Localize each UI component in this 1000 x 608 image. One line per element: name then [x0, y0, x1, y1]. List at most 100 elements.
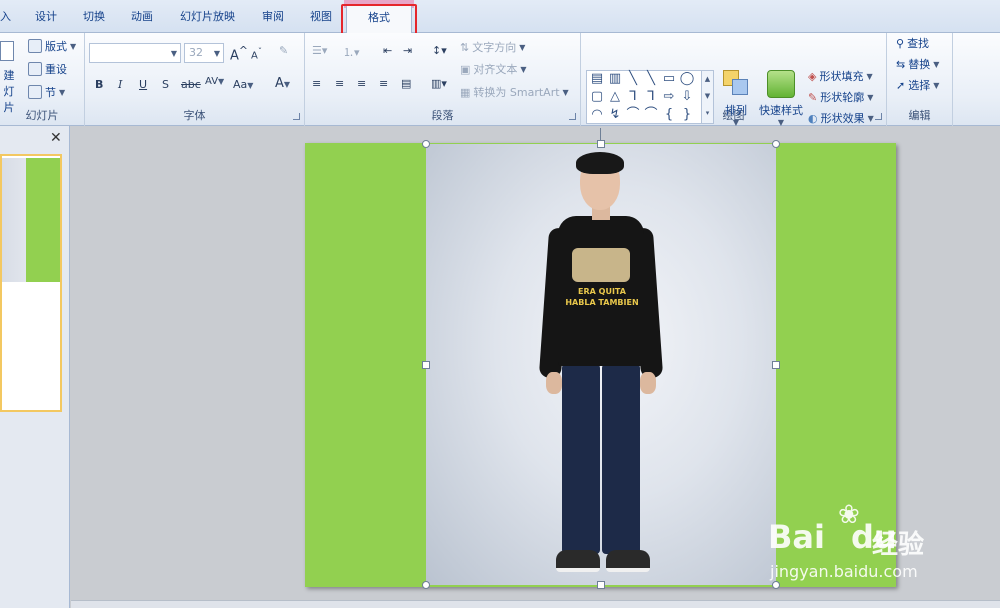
paragraph-dialog-launcher[interactable] — [569, 113, 576, 120]
cursor-icon: ➚ — [896, 78, 906, 92]
tab-insert[interactable]: 入 — [0, 5, 11, 31]
reset-button[interactable]: 重设 — [28, 61, 67, 77]
elbow-connector-shape-icon[interactable]: ⅂ — [625, 89, 641, 105]
section-button[interactable]: 节 ▼ — [28, 84, 65, 100]
freeform-shape-icon[interactable]: ⌒ — [643, 107, 659, 123]
layout-button[interactable]: 版式 ▼ — [28, 38, 76, 54]
grow-font-label: A — [230, 48, 239, 64]
layout-icon — [28, 39, 42, 53]
clear-format-icon[interactable]: ✎ — [279, 44, 288, 57]
close-icon[interactable]: ✕ — [50, 130, 62, 146]
align-text-button[interactable]: ▣ 对齐文本 ▼ — [460, 61, 527, 77]
rectangle-shape-icon[interactable]: ▭ — [661, 71, 677, 87]
text-direction-button[interactable]: ⇅ 文字方向 ▼ — [460, 39, 525, 55]
font-color-label: A — [275, 76, 284, 91]
line-spacing-icon[interactable]: ↕▾ — [432, 44, 447, 57]
hair — [576, 152, 624, 174]
quick-styles-button[interactable]: 快速样式 ▼ — [757, 70, 805, 132]
person-figure: ERA QUITA HABLA TAMBIEN — [536, 152, 666, 582]
reset-icon — [28, 62, 42, 76]
distributed-icon[interactable]: ▤ — [401, 77, 411, 90]
resize-handle-top[interactable] — [597, 140, 605, 148]
replace-icon: ⇆ — [896, 57, 906, 71]
vertical-textbox-shape-icon[interactable]: ▥ — [607, 71, 623, 87]
tab-view[interactable]: 视图 — [310, 5, 332, 31]
italic-button[interactable]: I — [118, 78, 122, 91]
tab-transitions[interactable]: 切换 — [83, 5, 105, 31]
gallery-scroll[interactable]: ▲ ▼ ▾ — [701, 71, 713, 123]
chevron-down-icon: ▼ — [866, 71, 873, 81]
section-icon — [28, 85, 42, 99]
selected-photo[interactable]: ERA QUITA HABLA TAMBIEN — [426, 144, 776, 585]
elbow-arrow-shape-icon[interactable]: ⅂ — [643, 89, 659, 105]
oval-shape-icon[interactable]: ◯ — [679, 71, 695, 87]
replace-button[interactable]: ⇆ 替换 ▼ — [896, 56, 939, 72]
curve-shape-icon[interactable]: ⌒ — [625, 107, 641, 123]
font-dialog-launcher[interactable] — [293, 113, 300, 120]
section-label: 节 — [45, 86, 56, 99]
grow-font-button[interactable]: A^ — [230, 44, 248, 63]
font-color-button[interactable]: A▼ — [275, 76, 290, 91]
resize-handle-right[interactable] — [772, 361, 780, 369]
tab-review[interactable]: 审阅 — [262, 5, 284, 31]
editing-group-label: 编辑 — [908, 109, 931, 122]
line-shape-icon[interactable]: ╲ — [625, 71, 641, 87]
right-arrow-shape-icon[interactable]: ⇨ — [661, 89, 677, 105]
arrange-button[interactable]: 排列 ▼ — [720, 70, 752, 132]
decrease-indent-icon[interactable]: ⇤ — [383, 44, 392, 57]
numbering-icon[interactable]: ⒈▾ — [343, 44, 360, 60]
bold-button[interactable]: B — [95, 78, 103, 91]
chevron-down-icon: ▼ — [562, 87, 569, 97]
shape-fill-button[interactable]: ◈ 形状填充 ▼ — [808, 68, 873, 84]
right-brace-shape-icon[interactable]: } — [679, 107, 695, 123]
tab-design[interactable]: 设计 — [35, 5, 57, 31]
resize-handle-left[interactable] — [422, 361, 430, 369]
font-name-combo[interactable]: ▼ — [89, 43, 181, 63]
shapes-gallery[interactable]: ▤ ▥ ╲ ╲ ▭ ◯ ▢ △ ⅂ ⅂ ⇨ ⇩ ◠ ↯ ⌒ ⌒ { } ▲ ▼ ▾ — [586, 70, 714, 124]
paint-bucket-icon: ◈ — [808, 69, 817, 83]
shape-effects-button[interactable]: ◐ 形状效果 ▼ — [808, 110, 874, 126]
shadow-button[interactable]: S — [162, 78, 169, 91]
font-size-combo[interactable]: 32 ▼ — [184, 43, 224, 63]
resize-handle-bottom-left[interactable] — [422, 581, 430, 589]
strikethrough-button[interactable]: abc — [181, 78, 201, 91]
align-center-icon[interactable]: ≡ — [335, 77, 344, 90]
find-label: 查找 — [907, 37, 930, 50]
new-slide-label-1: 建 — [3, 69, 15, 82]
bullets-icon[interactable]: ☰▾ — [312, 44, 327, 57]
align-left-icon[interactable]: ≡ — [312, 77, 321, 90]
resize-handle-bottom[interactable] — [597, 581, 605, 589]
select-button[interactable]: ➚ 选择 ▼ — [896, 77, 939, 93]
convert-smartart-button[interactable]: ▦ 转换为 SmartArt ▼ — [460, 84, 569, 100]
new-slide-button[interactable]: 建 灯片 — [0, 41, 18, 114]
rounded-rect-shape-icon[interactable]: ▢ — [589, 89, 605, 105]
drawing-dialog-launcher[interactable] — [875, 113, 882, 120]
justify-icon[interactable]: ≡ — [379, 77, 388, 90]
underline-button[interactable]: U — [139, 78, 147, 91]
right-hand — [640, 372, 656, 394]
char-spacing-button[interactable]: AV▼ — [205, 76, 224, 87]
slide-thumbnail[interactable] — [0, 154, 62, 412]
columns-icon[interactable]: ▥▾ — [431, 77, 447, 90]
align-right-icon[interactable]: ≡ — [357, 77, 366, 90]
tab-slideshow[interactable]: 幻灯片放映 — [180, 5, 235, 31]
ribbon: 建 灯片 版式 ▼ 重设 节 ▼ 幻灯片 ▼ 32 ▼ A^ Aˇ ✎ B I … — [0, 33, 1000, 127]
shrink-font-button[interactable]: Aˇ — [251, 46, 262, 61]
textbox-shape-icon[interactable]: ▤ — [589, 71, 605, 87]
arrow-line-shape-icon[interactable]: ╲ — [643, 71, 659, 87]
find-button[interactable]: ⚲ 查找 — [896, 35, 929, 51]
shape-outline-button[interactable]: ✎ 形状轮廓 ▼ — [808, 89, 873, 105]
down-arrow-shape-icon[interactable]: ⇩ — [679, 89, 695, 105]
tab-animations[interactable]: 动画 — [131, 5, 153, 31]
lightning-shape-icon[interactable]: ↯ — [607, 107, 623, 123]
triangle-shape-icon[interactable]: △ — [607, 89, 623, 105]
increase-indent-icon[interactable]: ⇥ — [403, 44, 412, 57]
left-brace-shape-icon[interactable]: { — [661, 107, 677, 123]
thumbnail-green-panel — [26, 158, 60, 282]
arc-shape-icon[interactable]: ◠ — [589, 107, 605, 123]
change-case-button[interactable]: Aa▼ — [233, 78, 253, 91]
horizontal-scrollbar[interactable] — [71, 600, 1000, 608]
resize-handle-top-right[interactable] — [772, 140, 780, 148]
resize-handle-top-left[interactable] — [422, 140, 430, 148]
arrange-icon — [723, 70, 749, 96]
